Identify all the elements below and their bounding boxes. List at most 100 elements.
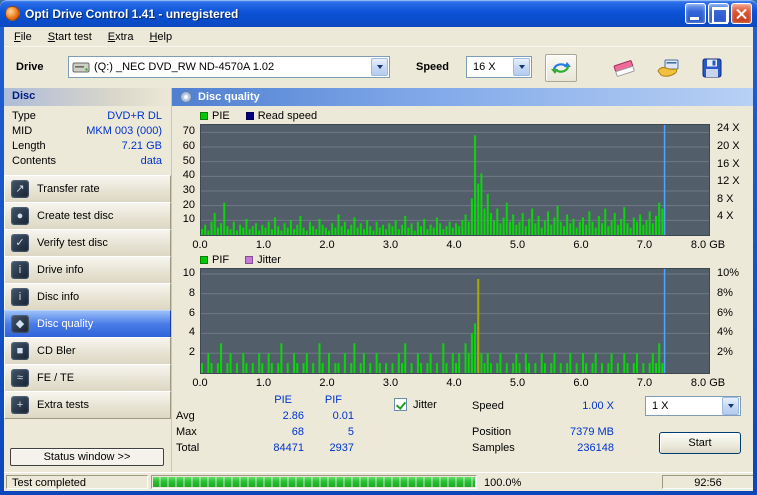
drive-select[interactable]: (Q:) _NEC DVD_RW ND-4570A 1.02 — [68, 56, 390, 78]
legend-item-jitter: Jitter — [245, 254, 281, 266]
max-pif-value: 5 — [347, 426, 354, 438]
x-axis-label: 2.0 — [319, 377, 335, 389]
scan-readout: Speed 1.00 X Position 7379 MB Samples 23… — [472, 400, 614, 458]
right-axis-label: 20 X — [717, 140, 740, 152]
page-title: Disc quality — [198, 91, 260, 103]
menu-start-test[interactable]: Start test — [40, 28, 100, 46]
verify-test-disc-icon: ✓ — [11, 234, 29, 252]
results-corner — [176, 394, 224, 410]
top-chart-legend: PIE Read speed — [200, 110, 317, 122]
avg-pif-value: 0.01 — [332, 410, 354, 422]
chevron-down-icon — [376, 65, 383, 69]
jitter-checkbox[interactable] — [394, 398, 407, 411]
y-axis-label: 20 — [182, 198, 195, 211]
sidebar-item-disc-quality[interactable]: ◆ Disc quality — [4, 310, 171, 338]
drive-icon — [72, 62, 90, 73]
sidebar-item-verify-test-disc[interactable]: ✓ Verify test disc — [4, 229, 171, 257]
start-button[interactable]: Start — [659, 432, 741, 454]
x-axis-label: 4.0 — [446, 377, 462, 389]
legend-item-pie: PIE — [200, 110, 230, 122]
avg-pie-value: 2.86 — [282, 410, 304, 422]
create-test-disc-icon: ● — [11, 207, 29, 225]
close-icon[interactable] — [731, 3, 752, 24]
info-label: MID — [12, 125, 33, 137]
x-axis-label: 6.0 — [573, 377, 589, 389]
cd-bler-icon: ■ — [11, 342, 29, 360]
y-axis-label: 10 — [182, 266, 195, 279]
info-row-type: Type DVD+R DL — [4, 109, 170, 124]
info-label: Type — [12, 110, 36, 122]
disc-icon — [180, 91, 192, 103]
sidebar-item-label: CD Bler — [37, 345, 76, 357]
speed-select-arrow[interactable] — [513, 58, 530, 76]
y-axis-label: 40 — [182, 169, 195, 182]
x-axis-label: 0.0 — [192, 239, 208, 251]
minimize-icon[interactable] — [685, 3, 706, 24]
right-axis-label: 2% — [717, 346, 733, 359]
right-axis-label: 8 X — [717, 192, 734, 205]
window-title: Opti Drive Control 1.41 - unregistered — [25, 6, 239, 21]
maximize-icon[interactable] — [708, 3, 729, 24]
y-axis-label: 70 — [182, 125, 195, 138]
readout-value: 7379 MB — [569, 426, 614, 438]
save-button[interactable] — [696, 54, 728, 82]
y-axis-label: 60 — [182, 140, 195, 152]
sidebar-item-transfer-rate[interactable]: ↗ Transfer rate — [4, 175, 171, 203]
row-label: Max — [176, 426, 197, 438]
x-axis-label: 0.0 — [192, 377, 208, 389]
sidebar-item-label: Verify test disc — [37, 237, 108, 249]
menu-file[interactable]: File — [6, 28, 40, 46]
app-window: Opti Drive Control 1.41 - unregistered F… — [0, 0, 757, 495]
right-axis-label: 16 X — [717, 157, 740, 170]
sidebar-item-create-test-disc[interactable]: ● Create test disc — [4, 202, 171, 230]
total-pie-value: 84471 — [273, 442, 304, 454]
app-icon — [5, 6, 20, 21]
x-axis-label: 7.0 — [636, 239, 653, 251]
menu-help[interactable]: Help — [141, 28, 180, 46]
readout-samples: Samples 236148 — [472, 442, 614, 458]
sidebar-item-extra-tests[interactable]: + Extra tests — [4, 391, 171, 419]
scan-speed-value: 1 X — [652, 400, 669, 412]
sidebar-item-cd-bler[interactable]: ■ CD Bler — [4, 337, 171, 365]
readout-speed: Speed 1.00 X — [472, 400, 614, 416]
sidebar-item-fe-te[interactable]: ≈ FE / TE — [4, 364, 171, 392]
legend-item-pif: PIF — [200, 254, 229, 266]
extra-tests-icon: + — [11, 396, 29, 414]
erase-disc-button[interactable] — [608, 54, 640, 82]
scan-speed-select[interactable]: 1 X — [645, 396, 741, 416]
status-window-button[interactable]: Status window >> — [10, 448, 164, 466]
scan-speed-arrow[interactable] — [722, 397, 739, 415]
speed-select-value: 16 X — [473, 61, 496, 73]
y-axis-label: 30 — [182, 184, 195, 196]
menu-extra[interactable]: Extra — [100, 28, 142, 46]
sidebar-item-disc-info[interactable]: i Disc info — [4, 283, 171, 311]
read-speed-swatch-icon — [245, 112, 254, 120]
readout-label: Samples — [472, 442, 515, 454]
refresh-button[interactable] — [545, 54, 577, 82]
pif-swatch-icon — [200, 256, 208, 264]
legend-item-read-speed: Read speed — [245, 110, 317, 122]
jitter-checkbox-label: Jitter — [413, 398, 437, 411]
total-pif-value: 2937 — [329, 442, 354, 454]
drive-select-arrow[interactable] — [371, 58, 388, 76]
readout-label: Speed — [472, 400, 504, 412]
x-axis-label: 7.0 — [636, 377, 653, 389]
row-label: Avg — [176, 410, 195, 422]
chevron-down-icon — [727, 404, 734, 408]
table-row-max: Max 68 5 — [176, 426, 356, 442]
legend-label: Jitter — [257, 254, 281, 266]
speed-select[interactable]: 16 X — [466, 56, 532, 78]
info-value: DVD+R DL — [107, 110, 162, 122]
sidebar-item-drive-info[interactable]: i Drive info — [4, 256, 171, 284]
app-body: File Start test Extra Help Drive (Q:) _N… — [4, 27, 753, 491]
x-axis-label: 4.0 — [446, 239, 462, 251]
speed-label: Speed — [416, 61, 450, 73]
pie-swatch-icon — [200, 112, 208, 120]
progress-bar — [151, 475, 477, 489]
right-axis-label: 4% — [717, 326, 733, 339]
hand-card-icon — [657, 59, 679, 77]
eraser-icon — [613, 60, 635, 77]
register-button[interactable] — [652, 54, 684, 82]
max-pie-value: 68 — [291, 426, 304, 438]
sidebar-item-label: Disc info — [37, 291, 80, 303]
